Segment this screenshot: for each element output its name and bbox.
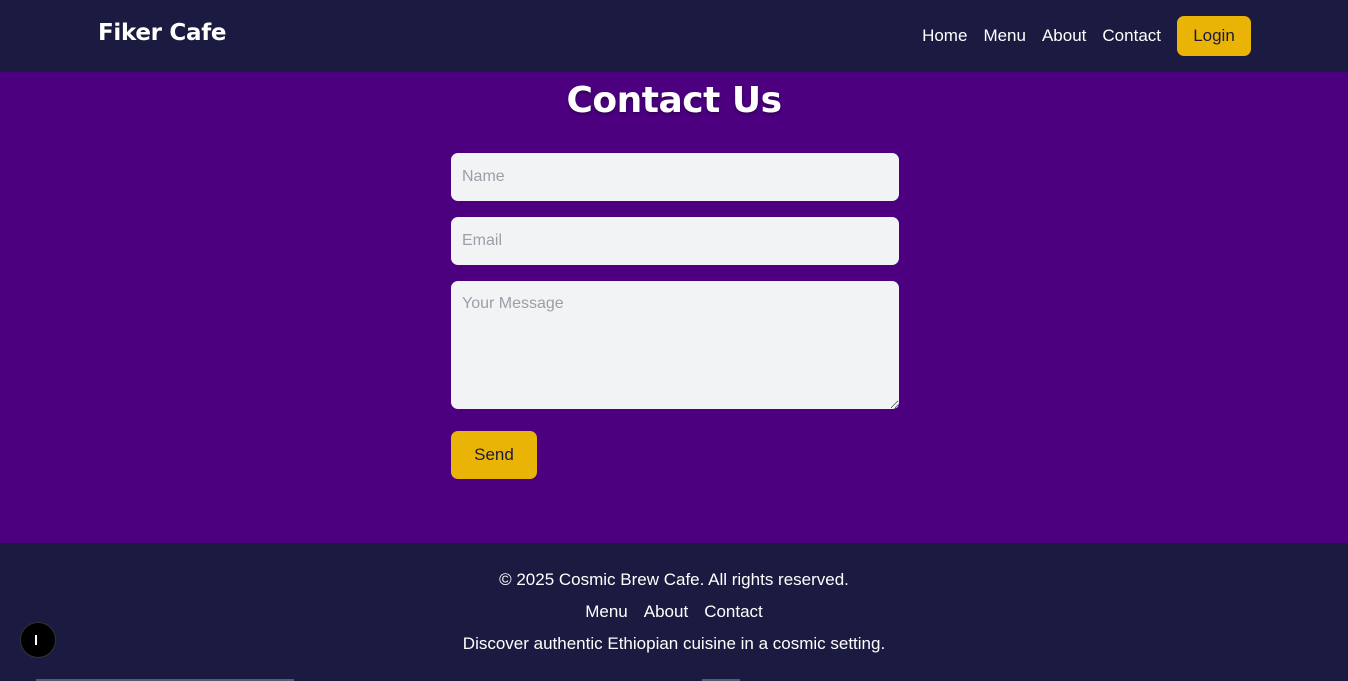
login-button[interactable]: Login (1177, 16, 1251, 56)
footer: © 2025 Cosmic Brew Cafe. All rights rese… (0, 543, 1348, 681)
email-input[interactable] (451, 217, 899, 265)
navbar: Fiker Cafe Home Menu About Contact Login (0, 0, 1348, 72)
footer-menu-link[interactable]: Menu (585, 602, 628, 622)
floating-action-button[interactable] (20, 622, 56, 658)
contact-section: Contact Us Send (0, 72, 1348, 543)
brand-logo[interactable]: Fiker Cafe (98, 20, 227, 46)
nav-contact-link[interactable]: Contact (1102, 16, 1161, 56)
message-textarea[interactable] (451, 281, 899, 409)
footer-tagline: Discover authentic Ethiopian cuisine in … (462, 634, 886, 653)
footer-about-link[interactable]: About (644, 602, 688, 622)
footer-contact-link[interactable]: Contact (704, 602, 763, 622)
main-nav: Home Menu About Contact Login (922, 16, 1251, 56)
nav-menu-link[interactable]: Menu (983, 16, 1026, 56)
footer-copyright: © 2025 Cosmic Brew Cafe. All rights rese… (499, 570, 849, 589)
name-input[interactable] (451, 153, 899, 201)
cursor-icon (35, 635, 37, 645)
nav-about-link[interactable]: About (1042, 16, 1086, 56)
nav-home-link[interactable]: Home (922, 16, 967, 56)
footer-links: Menu About Contact (0, 602, 1348, 622)
send-button[interactable]: Send (451, 431, 537, 479)
page-title: Contact Us (566, 80, 782, 121)
